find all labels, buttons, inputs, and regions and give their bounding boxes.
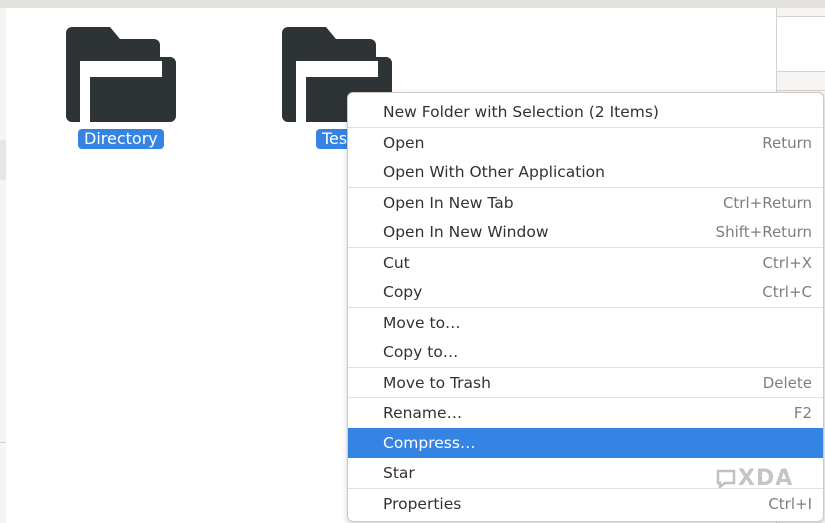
divider bbox=[777, 90, 825, 91]
menu-item-new-folder-with-selection[interactable]: New Folder with Selection (2 Items) bbox=[348, 97, 823, 127]
menu-item-label: Compress… bbox=[383, 434, 476, 452]
menu-item-label: Star bbox=[383, 464, 415, 482]
menu-item-label: Open bbox=[383, 134, 425, 152]
divider bbox=[0, 442, 6, 443]
menu-item-label: Open In New Tab bbox=[383, 194, 514, 212]
menu-item-properties[interactable]: Properties Ctrl+I bbox=[348, 489, 823, 519]
menu-item-copy[interactable]: Copy Ctrl+C bbox=[348, 277, 823, 307]
context-menu: New Folder with Selection (2 Items) Open… bbox=[347, 92, 824, 522]
window-top-edge bbox=[0, 0, 825, 8]
menu-item-shortcut: Ctrl+Return bbox=[722, 194, 812, 212]
menu-item-label: Move to… bbox=[383, 314, 461, 332]
watermark: XDA bbox=[716, 464, 793, 492]
menu-item-cut[interactable]: Cut Ctrl+X bbox=[348, 248, 823, 278]
menu-item-shortcut: Ctrl+C bbox=[762, 283, 812, 301]
menu-item-shortcut: Ctrl+I bbox=[768, 495, 812, 513]
menu-item-open-in-new-tab[interactable]: Open In New Tab Ctrl+Return bbox=[348, 188, 823, 218]
menu-item-label: Move to Trash bbox=[383, 374, 491, 392]
menu-item-label: Open In New Window bbox=[383, 223, 549, 241]
menu-item-shortcut: Shift+Return bbox=[715, 223, 812, 241]
menu-item-label: Properties bbox=[383, 495, 462, 513]
menu-item-compress[interactable]: Compress… bbox=[348, 428, 823, 458]
menu-item-open[interactable]: Open Return bbox=[348, 128, 823, 158]
menu-item-move-to[interactable]: Move to… bbox=[348, 308, 823, 338]
menu-item-open-in-new-window[interactable]: Open In New Window Shift+Return bbox=[348, 217, 823, 247]
desktop: Directory Tes New Folder with Selection … bbox=[0, 0, 825, 523]
sidebar-edge bbox=[0, 140, 6, 180]
menu-item-label: Open With Other Application bbox=[383, 163, 605, 181]
menu-item-shortcut: F2 bbox=[793, 404, 812, 422]
xda-logo-icon bbox=[716, 469, 736, 488]
adjacent-window-edge bbox=[777, 16, 825, 72]
menu-item-label: Cut bbox=[383, 254, 410, 272]
menu-item-copy-to[interactable]: Copy to… bbox=[348, 337, 823, 367]
menu-item-shortcut: Return bbox=[762, 134, 812, 152]
menu-item-move-to-trash[interactable]: Move to Trash Delete bbox=[348, 368, 823, 398]
menu-item-shortcut: Ctrl+X bbox=[762, 254, 812, 272]
menu-item-rename[interactable]: Rename… F2 bbox=[348, 398, 823, 428]
menu-item-shortcut: Delete bbox=[762, 374, 812, 392]
menu-item-open-with-other-application[interactable]: Open With Other Application bbox=[348, 157, 823, 187]
menu-item-label: Copy to… bbox=[383, 343, 459, 361]
folder-icon bbox=[66, 27, 176, 122]
watermark-text: XDA bbox=[738, 465, 794, 491]
menu-item-label: New Folder with Selection (2 Items) bbox=[383, 103, 659, 121]
file-label[interactable]: Directory bbox=[78, 129, 164, 149]
menu-item-label: Copy bbox=[383, 283, 423, 301]
menu-item-label: Rename… bbox=[383, 404, 463, 422]
